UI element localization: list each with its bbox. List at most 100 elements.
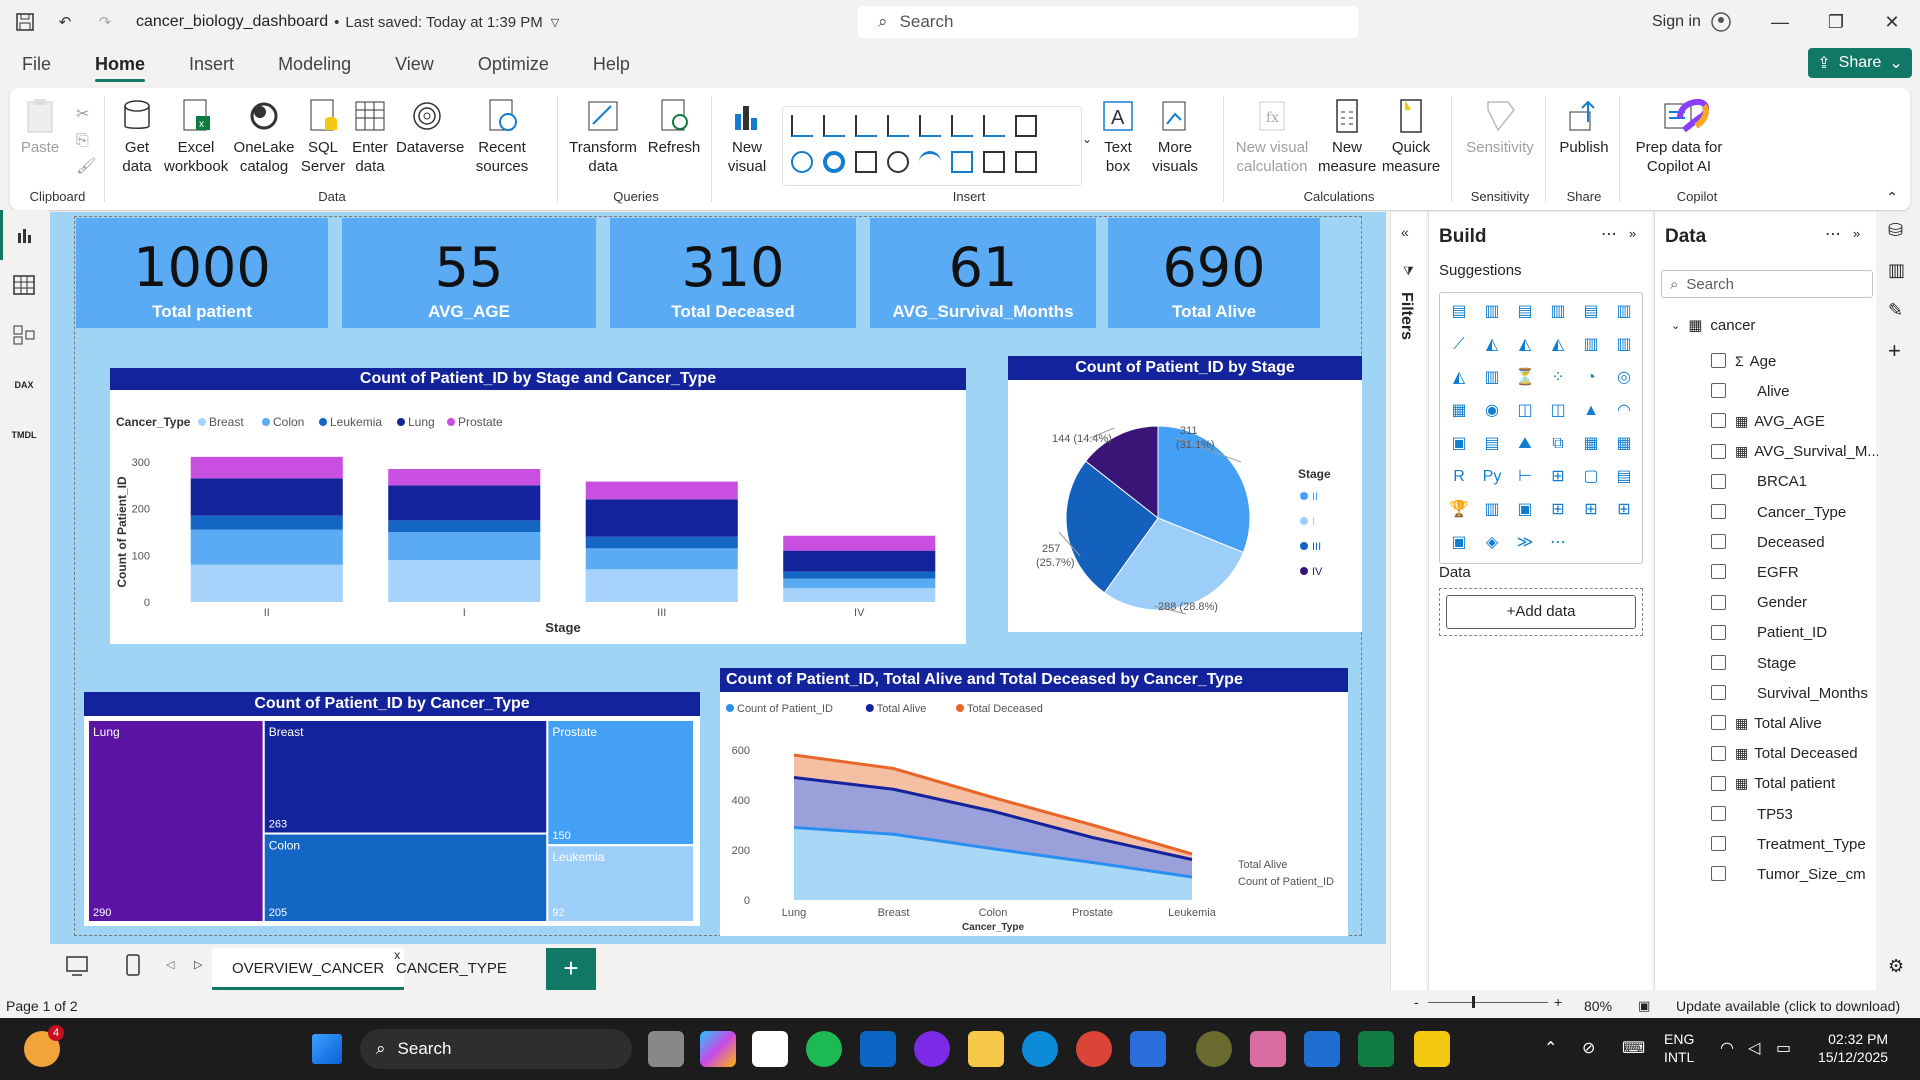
r-visual-icon[interactable]: R	[1448, 466, 1470, 488]
get-data-button[interactable]: Get data	[114, 98, 160, 176]
dax-query-icon[interactable]: DAX	[0, 360, 48, 410]
maximize-icon[interactable]: ❐	[1808, 0, 1864, 44]
vscode-icon[interactable]	[1304, 1031, 1340, 1067]
add-data-button[interactable]: +Add data	[1446, 595, 1636, 629]
area-chart-icon[interactable]: ◭	[1481, 334, 1503, 356]
menu-home[interactable]: Home	[73, 44, 167, 84]
field-item[interactable]: Cancer_Type	[1757, 501, 1846, 523]
more-options-icon[interactable]: ⋯	[1601, 224, 1617, 244]
field-checkbox[interactable]	[1711, 413, 1726, 429]
format-icon[interactable]: ✎	[1888, 300, 1903, 321]
language-indicator[interactable]: ENG INTL	[1664, 1030, 1694, 1066]
key-influencers-icon[interactable]: ⊢	[1514, 466, 1536, 488]
menu-help[interactable]: Help	[571, 44, 652, 84]
kpi-card[interactable]: 690 Total Alive	[1108, 218, 1320, 328]
field-checkbox[interactable]	[1711, 624, 1726, 640]
pie-chart-icon[interactable]	[791, 151, 813, 173]
python-visual-icon[interactable]: Py	[1481, 466, 1503, 488]
metrics-icon[interactable]: ⊞	[1580, 499, 1602, 521]
zoom-thumb[interactable]	[1472, 996, 1475, 1008]
field-item[interactable]: Σ Age	[1735, 350, 1776, 372]
onelake-catalog-button[interactable]: OneLake catalog	[232, 98, 296, 176]
dataverse-button[interactable]: Dataverse	[396, 98, 464, 157]
menu-file[interactable]: File	[0, 44, 73, 84]
chevron-down-icon[interactable]: ▽	[551, 16, 559, 29]
area-chart[interactable]: Count of Patient_ID, Total Alive and Tot…	[720, 668, 1348, 936]
data-pane-icon[interactable]: ⛁	[1888, 220, 1903, 241]
field-checkbox[interactable]	[1711, 594, 1726, 610]
field-item[interactable]: EGFR	[1757, 561, 1799, 583]
close-icon[interactable]: ✕	[1864, 0, 1920, 44]
table-view-icon[interactable]	[0, 260, 48, 310]
line-chart-icon[interactable]	[951, 115, 973, 137]
stacked-bar-icon[interactable]: ▤	[1514, 301, 1536, 323]
field-checkbox[interactable]	[1711, 836, 1726, 852]
bar-chart-icon[interactable]	[791, 115, 813, 137]
menu-insert[interactable]: Insert	[167, 44, 256, 84]
store-icon[interactable]	[1130, 1031, 1166, 1067]
field-checkbox[interactable]	[1711, 443, 1726, 459]
paint-icon[interactable]	[1250, 1031, 1286, 1067]
field-checkbox[interactable]	[1711, 685, 1726, 701]
share-button[interactable]: ⇪ Share ⌄	[1808, 48, 1912, 78]
ribbon-chart-icon[interactable]	[1015, 115, 1037, 137]
data-search-input[interactable]: ⌕ Search	[1661, 270, 1873, 298]
field-item[interactable]: ▦ AVG_AGE	[1735, 410, 1825, 432]
keyboard-icon[interactable]: ⌨	[1622, 1038, 1645, 1058]
tray-chevron-icon[interactable]: ⌃	[1544, 1038, 1557, 1058]
menu-optimize[interactable]: Optimize	[456, 44, 571, 84]
new-card-icon[interactable]: ▣	[1448, 532, 1470, 554]
field-checkbox[interactable]	[1711, 806, 1726, 821]
field-checkbox[interactable]	[1711, 655, 1726, 670]
field-item[interactable]: BRCA1	[1757, 471, 1807, 493]
clock[interactable]: 02:32 PM 15/12/2025	[1818, 1030, 1888, 1066]
notion-icon[interactable]	[752, 1031, 788, 1067]
more-visuals-button[interactable]: More visuals	[1144, 98, 1206, 176]
collapse-icon[interactable]: »	[1853, 226, 1860, 241]
taskbar-search[interactable]: ⌕ Search	[360, 1029, 632, 1069]
prev-page-icon[interactable]: ◁	[166, 958, 174, 971]
text-box-button[interactable]: A Text box	[1098, 98, 1138, 176]
windows-start-icon[interactable]	[312, 1034, 342, 1064]
powerbi-app-icon[interactable]	[1414, 1031, 1450, 1067]
matrix-icon[interactable]: ▦	[1613, 433, 1635, 455]
narrative-icon[interactable]: ▤	[1613, 466, 1635, 488]
sensitivity-button[interactable]: Sensitivity	[1460, 98, 1540, 157]
desktop-layout-icon[interactable]	[66, 956, 88, 980]
model-view-icon[interactable]	[0, 310, 48, 360]
treemap-icon[interactable]	[855, 151, 877, 173]
stacked-column-chart[interactable]: Count of Patient_ID by Stage and Cancer_…	[110, 368, 966, 644]
clustered-column-icon[interactable]	[887, 115, 909, 137]
card-icon[interactable]	[951, 151, 973, 173]
field-checkbox[interactable]	[1711, 534, 1726, 550]
update-notice[interactable]: Update available (click to download)	[1676, 998, 1900, 1014]
quick-measure-button[interactable]: Quick measure	[1378, 98, 1444, 176]
field-checkbox[interactable]	[1711, 715, 1726, 731]
filters-pane-collapsed[interactable]: « ⧩ Filters	[1390, 212, 1426, 990]
network-off-icon[interactable]: ⊘	[1582, 1038, 1595, 1058]
field-item[interactable]: Tumor_Size_cm	[1757, 863, 1866, 885]
treemap-icon[interactable]: ▦	[1448, 400, 1470, 422]
field-item[interactable]: Survival_Months	[1757, 682, 1868, 704]
field-item[interactable]: Patient_ID	[1757, 622, 1827, 644]
zoom-slider[interactable]: - +	[1414, 994, 1564, 1010]
tmdl-view-icon[interactable]: TMDL	[0, 410, 48, 460]
field-item[interactable]: Deceased	[1757, 531, 1825, 553]
gauge-icon[interactable]: ◠	[1613, 400, 1635, 422]
stacked-bar-icon[interactable]	[855, 115, 877, 137]
goals-icon[interactable]: 🏆	[1448, 499, 1470, 521]
button-slicer-icon[interactable]: ⊞	[1613, 499, 1635, 521]
paginated-report-icon[interactable]: ▥	[1481, 499, 1503, 521]
enter-data-button[interactable]: Enter data	[346, 98, 394, 176]
file-name[interactable]: cancer_biology_dashboard	[136, 13, 328, 31]
new-measure-button[interactable]: New measure	[1318, 98, 1376, 176]
search-box[interactable]: ⌕ Search	[858, 6, 1358, 38]
kpi-card[interactable]: 310 Total Deceased	[610, 218, 856, 328]
report-view-icon[interactable]	[0, 210, 48, 260]
visualizations-icon[interactable]: ▥	[1888, 260, 1905, 281]
area-100-icon[interactable]: ◭	[1547, 334, 1569, 356]
field-item[interactable]: ▦ Total Alive	[1735, 712, 1822, 734]
matrix-icon[interactable]	[1015, 151, 1037, 173]
decomposition-tree-icon[interactable]: ⊞	[1547, 466, 1569, 488]
map-icon[interactable]: ◉	[1481, 400, 1503, 422]
